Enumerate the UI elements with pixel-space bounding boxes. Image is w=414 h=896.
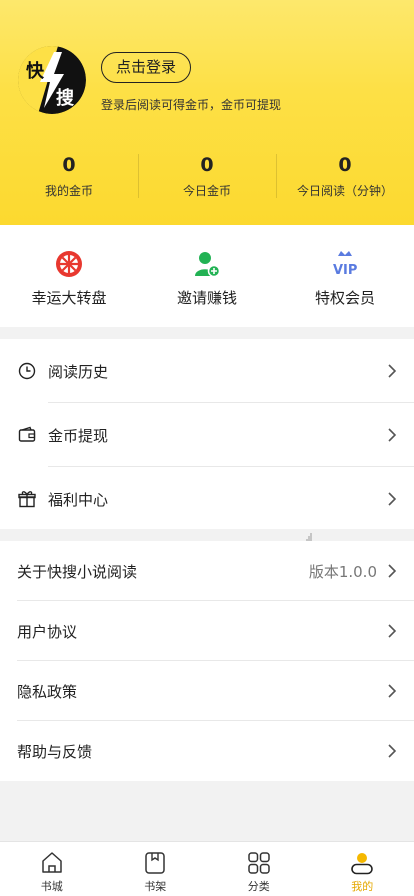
- stat-label: 今日金币: [182, 184, 231, 198]
- menu-item-welfare-center[interactable]: 福利中心: [0, 467, 414, 531]
- menu-item-user-agreement[interactable]: 用户协议: [0, 601, 414, 661]
- menu-item-privacy-policy[interactable]: 隐私政策: [0, 661, 414, 721]
- version-text: 版本1.0.0: [308, 562, 377, 581]
- tab-label: 我的: [351, 880, 374, 893]
- login-button[interactable]: 点击登录: [101, 52, 192, 83]
- stats-bar: 0 我的金币 0 今日金币 0 今日阅读（分钟）: [0, 152, 414, 208]
- vip-member-button[interactable]: VIP 特权会员: [276, 225, 414, 327]
- menu-section: 阅读历史 金币提现 福利中心: [0, 339, 414, 529]
- feature-label: 幸运大转盘: [31, 289, 107, 307]
- tab-mine[interactable]: 我的: [311, 842, 414, 896]
- clock-icon: [17, 361, 37, 381]
- invite-user-icon: [192, 249, 222, 279]
- menu-item-label: 关于快搜小说阅读: [17, 562, 138, 581]
- wallet-icon: [17, 425, 37, 445]
- bookshelf-icon: [142, 850, 168, 876]
- profile-header: 快 搜 点击登录 登录后阅读可得金币，金币可提现 0 我的金币 0 今日金币 0…: [0, 0, 414, 225]
- tab-bookshelf[interactable]: 书架: [104, 842, 208, 896]
- menu-item-help-feedback[interactable]: 帮助与反馈: [0, 721, 414, 781]
- svg-text:VIP: VIP: [333, 263, 357, 278]
- logo-char-2: 搜: [56, 87, 75, 109]
- stat-today-reading[interactable]: 0 今日阅读（分钟）: [276, 152, 414, 208]
- category-grid-icon: [246, 850, 272, 876]
- lucky-wheel-button[interactable]: 幸运大转盘: [0, 225, 138, 327]
- gift-icon: [17, 489, 37, 509]
- tab-label: 书架: [144, 880, 167, 893]
- tab-label: 分类: [247, 880, 270, 893]
- chevron-right-icon: [388, 364, 397, 378]
- vip-crown-icon: VIP: [330, 249, 360, 279]
- settings-section: 关于快搜小说阅读 版本1.0.0 用户协议 隐私政策 帮助与反馈: [0, 541, 414, 781]
- chevron-right-icon: [388, 684, 397, 698]
- bottom-tab-bar: 书城 书架 分类 我的: [0, 841, 414, 896]
- menu-item-label: 金币提现: [48, 426, 109, 445]
- menu-item-label: 用户协议: [17, 622, 78, 641]
- tab-bookstore[interactable]: 书城: [0, 842, 104, 896]
- stat-my-coins[interactable]: 0 我的金币: [0, 152, 138, 208]
- wheel-icon: [54, 249, 84, 279]
- feature-label: 邀请赚钱: [176, 289, 237, 307]
- chevron-right-icon: [388, 428, 397, 442]
- profile-icon: [349, 850, 375, 876]
- stat-label: 今日阅读（分钟）: [296, 184, 393, 198]
- chevron-right-icon: [388, 744, 397, 758]
- menu-item-label: 阅读历史: [48, 362, 109, 381]
- home-icon: [39, 850, 65, 876]
- chevron-right-icon: [388, 624, 397, 638]
- stat-today-coins[interactable]: 0 今日金币: [138, 152, 276, 208]
- invite-earn-button[interactable]: 邀请赚钱: [138, 225, 276, 327]
- feature-label: 特权会员: [314, 289, 375, 307]
- menu-item-coin-withdraw[interactable]: 金币提现: [0, 403, 414, 467]
- menu-item-about[interactable]: 关于快搜小说阅读 版本1.0.0: [0, 541, 414, 601]
- stat-value: 0: [200, 154, 214, 176]
- tab-category[interactable]: 分类: [207, 842, 311, 896]
- menu-item-label: 帮助与反馈: [17, 742, 93, 761]
- menu-item-label: 福利中心: [48, 490, 109, 509]
- chevron-right-icon: [388, 492, 397, 506]
- stat-value: 0: [62, 154, 76, 176]
- stat-value: 0: [338, 154, 352, 176]
- logo-char-1: 快: [26, 60, 45, 82]
- login-tip: 登录后阅读可得金币，金币可提现: [101, 98, 282, 112]
- stat-label: 我的金币: [44, 184, 93, 198]
- menu-item-reading-history[interactable]: 阅读历史: [0, 339, 414, 403]
- feature-cards: 幸运大转盘 邀请赚钱 VIP 特权会员: [0, 225, 414, 327]
- menu-item-label: 隐私政策: [17, 682, 78, 701]
- tab-label: 书城: [40, 880, 63, 893]
- chevron-right-icon: [388, 564, 397, 578]
- app-logo: 快 搜: [18, 46, 86, 114]
